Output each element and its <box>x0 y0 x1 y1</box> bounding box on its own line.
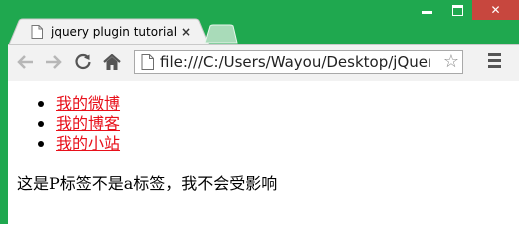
list-item: 我的小站 <box>34 134 120 154</box>
home-button[interactable] <box>101 51 123 73</box>
menu-bar-icon <box>488 59 501 62</box>
new-tab-button[interactable] <box>204 24 238 44</box>
minimize-icon <box>422 11 432 14</box>
link-list: 我的微博 我的博客 我的小站 <box>34 94 120 154</box>
bookmark-star-icon[interactable]: ☆ <box>443 52 459 72</box>
menu-button[interactable] <box>488 53 504 71</box>
tab-title: jquery plugin tutorial exan <box>51 25 177 39</box>
page-content: 我的微博 我的博客 我的小站 这是P标签不是a标签，我不会受影响 <box>8 81 519 224</box>
menu-bar-icon <box>488 53 501 56</box>
home-icon <box>103 53 121 70</box>
maximize-button[interactable] <box>442 0 472 20</box>
tab-content: jquery plugin tutorial exan × <box>31 23 191 41</box>
close-window-button[interactable]: ✕ <box>472 0 519 20</box>
list-item: 我的微博 <box>34 94 120 114</box>
forward-arrow-icon <box>46 55 62 69</box>
window-controls: ✕ <box>412 0 519 20</box>
page-icon <box>31 25 43 39</box>
close-icon: ✕ <box>490 3 501 17</box>
forward-button[interactable] <box>43 51 65 73</box>
minimize-button[interactable] <box>412 0 442 20</box>
tab-close-icon[interactable]: × <box>181 25 191 39</box>
menu-bar-icon <box>488 65 501 68</box>
paragraph-text: 这是P标签不是a标签，我不会受影响 <box>17 174 278 193</box>
bullet-icon <box>38 121 44 127</box>
link-blog[interactable]: 我的博客 <box>56 114 120 133</box>
reload-button[interactable] <box>72 51 94 73</box>
browser-toolbar: file:///C:/Users/Wayou/Desktop/jQuery ☆ <box>8 44 519 81</box>
reload-icon <box>75 53 91 70</box>
bullet-icon <box>38 141 44 147</box>
list-item: 我的博客 <box>34 114 120 134</box>
back-button[interactable] <box>14 51 36 73</box>
maximize-icon <box>451 4 463 16</box>
document-icon <box>141 54 154 70</box>
back-arrow-icon <box>17 55 33 69</box>
link-weibo[interactable]: 我的微博 <box>56 94 120 113</box>
address-url: file:///C:/Users/Wayou/Desktop/jQuery <box>160 53 430 71</box>
address-bar[interactable]: file:///C:/Users/Wayou/Desktop/jQuery ☆ <box>134 50 463 74</box>
link-site[interactable]: 我的小站 <box>56 134 120 153</box>
tab-active[interactable]: jquery plugin tutorial exan × <box>9 18 209 45</box>
browser-window: ✕ jquery plugin tutorial exan × <box>0 0 519 224</box>
bullet-icon <box>38 101 44 107</box>
